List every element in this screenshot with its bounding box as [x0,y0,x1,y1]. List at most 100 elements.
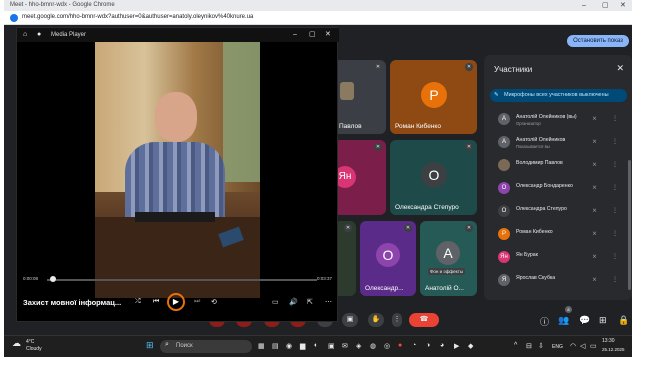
file-explorer-icon[interactable]: ▆ [300,342,305,350]
cast-icon[interactable]: ⇱ [307,298,313,306]
leave-call-button[interactable]: ☎ [409,313,439,327]
language-indicator[interactable]: ENG [552,344,563,350]
mic-off-icon[interactable]: ⨯ [592,161,597,168]
url-text[interactable]: meet.google.com/hho-bmnr-wdx?authuser=0&… [22,14,253,20]
tile-yan[interactable]: ✕ Ян [334,140,386,215]
next-icon[interactable]: ⏭ [194,298,200,306]
participant-row[interactable]: А Анатолій Олейников Показывается вы ⨯ ⋮ [494,134,624,152]
wifi-icon[interactable]: ◠ [570,342,576,350]
participant-row[interactable]: О Олександра Степуро ⨯ ⋮ [494,203,624,221]
close-panel-icon[interactable]: ✕ [616,63,624,74]
tile-roman[interactable]: ✕ Р Роман Кибенко [390,60,477,134]
progress-bar[interactable] [47,279,317,281]
network-icon[interactable]: ⊟ [526,342,532,350]
tile-bondarenko[interactable]: ✕ О Олександр... [360,221,416,296]
chevron-up-icon[interactable]: ^ [514,342,517,349]
chrome-icon[interactable]: ◉ [286,342,292,350]
media-player-app-icon: ● [37,31,42,38]
app-icon[interactable]: ◕ [440,342,444,349]
play-button[interactable]: ▶ [167,293,185,311]
close-icon[interactable]: ✕ [325,28,331,42]
clock-date[interactable]: 25.12.2025 [602,347,625,352]
maximize-icon[interactable]: ▢ [602,0,609,11]
mic-off-icon[interactable]: ⨯ [592,184,597,191]
previous-icon[interactable]: ⏮ [153,298,159,306]
participant-row[interactable]: Ян Ян Бурак ⨯ ⋮ [494,249,624,267]
more-icon[interactable]: ⋮ [612,276,618,283]
progress-handle[interactable] [50,276,56,282]
participant-row[interactable]: Р Роман Кибенко ⨯ ⋮ [494,226,624,244]
tile-pavlov[interactable]: ✕ Павлов [334,60,386,134]
maximize-icon[interactable]: ▢ [309,28,316,42]
app-icon[interactable]: ◍ [370,342,376,350]
app-icon[interactable]: ◆ [468,342,473,350]
info-icon[interactable]: ⓘ [540,315,549,328]
battery-icon[interactable]: ▭ [590,342,597,350]
mail-icon[interactable]: ✉ [342,342,348,350]
participant-row[interactable]: Я Ярослав Скубка ⨯ ⋮ [494,272,624,290]
minimize-icon[interactable]: – [293,28,297,42]
mic-off-icon[interactable]: ⨯ [592,230,597,237]
window-title: Meet - hho-bmnr-wdx - Google Chrome [10,2,115,8]
participant-row[interactable]: Володимир Павлов ⨯ ⋮ [494,157,624,175]
video-title: Захист мовної інформац... [23,298,122,307]
raise-hand-button[interactable]: ✋ [368,313,384,327]
home-icon[interactable]: ⌂ [23,28,27,42]
download-icon[interactable]: ⇩ [538,342,544,350]
time-total: 0:03:37 [317,276,333,281]
more-icon[interactable]: ⋮ [612,161,618,168]
activities-icon[interactable]: ⊞ [599,315,607,326]
volume-icon[interactable]: ◁ [580,342,585,350]
more-icon[interactable]: ⋮ [612,115,618,122]
task-view-icon[interactable]: ▦ [258,342,265,350]
site-info-icon[interactable] [10,14,18,22]
search-box[interactable]: ⌕ Поиск [160,340,252,353]
miniplayer-icon[interactable]: ▭ [272,298,279,306]
more-options-button[interactable]: ⋮ [392,313,402,327]
more-icon[interactable]: ⋮ [612,207,618,214]
store-icon[interactable]: ▣ [328,342,335,350]
shuffle-icon[interactable]: ⤮ [135,298,141,306]
more-icon[interactable]: ⋮ [612,184,618,191]
address-bar[interactable]: meet.google.com/hho-bmnr-wdx?authuser=0&… [4,11,632,25]
participant-row[interactable]: А Анатолій Олейников (вы) Организатор ⨯ … [494,111,624,129]
app-icon[interactable]: ◈ [356,342,361,350]
participant-row[interactable]: О Олександр Бондаренко ⨯ ⋮ [494,180,624,198]
mic-off-icon[interactable]: ⨯ [592,253,597,260]
mic-off-icon[interactable]: ⨯ [592,207,597,214]
more-icon[interactable]: ⋮ [612,138,618,145]
mic-off-icon[interactable]: ⨯ [592,276,597,283]
stop-sharing-button[interactable]: Остановить показ [567,35,629,47]
more-icon[interactable]: ⋮ [612,230,618,237]
app-icon[interactable]: ◎ [384,342,390,350]
weather-icon[interactable]: ☁ [12,338,21,349]
more-icon[interactable]: ⋮ [612,253,618,260]
mic-off-icon[interactable]: ⨯ [592,138,597,145]
media-player-icon[interactable]: ▶ [454,342,459,350]
scrollbar[interactable] [628,160,631,290]
start-icon[interactable]: ⊞ [146,340,154,351]
share-screen-button[interactable]: ▣ [342,313,358,327]
repeat-icon[interactable]: ⟲ [211,298,217,306]
app-icon[interactable]: ● [398,342,402,349]
effects-tooltip: Фон и эффекты [428,268,465,275]
search-placeholder: Поиск [176,343,193,349]
volume-icon[interactable]: 🔊 [289,298,298,306]
app-icon[interactable]: ◔ [412,342,416,349]
people-icon[interactable]: 👥 [558,315,569,326]
app-icon[interactable]: ◑ [426,342,430,349]
chat-icon[interactable]: 💬 [579,315,590,326]
avatar: Р [421,82,447,108]
mic-off-icon[interactable]: ⨯ [592,115,597,122]
tile-name: Анатолій О... [425,285,464,292]
clock-time[interactable]: 13:30 [602,338,615,344]
video-frame[interactable] [95,42,260,298]
edge-icon[interactable]: ◐ [314,342,318,349]
lock-icon[interactable]: 🔒 [618,315,629,326]
tile-self[interactable]: ✕ А Фон и эффекты Анатолій О... [420,221,477,296]
minimize-icon[interactable]: – [582,0,586,11]
widgets-icon[interactable]: ▤ [272,342,279,350]
tile-stepuro[interactable]: ✕ О Олександра Степуро [390,140,477,215]
close-window-icon[interactable]: ✕ [620,0,626,11]
more-icon[interactable]: ⋯ [325,298,332,306]
